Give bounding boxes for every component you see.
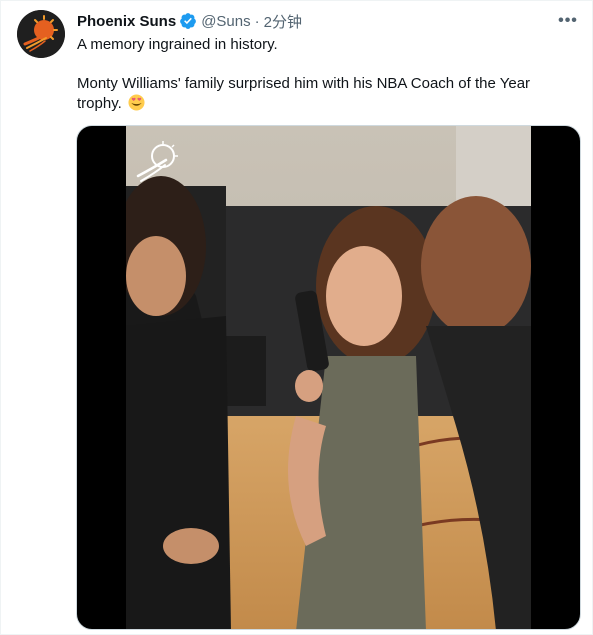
avatar[interactable] <box>17 10 65 58</box>
author-handle[interactable]: @Suns <box>201 13 250 30</box>
tweet-text-line-1: A memory ingrained in history. <box>77 36 278 53</box>
smiling-face-with-heart-eyes-icon <box>128 94 145 111</box>
video-still-image <box>126 126 531 629</box>
tweet-media-video[interactable] <box>76 125 581 630</box>
more-options-icon[interactable]: ••• <box>558 11 578 31</box>
author-name[interactable]: Phoenix Suns <box>77 13 176 30</box>
verified-badge-icon <box>179 12 197 30</box>
tweet-card[interactable]: Phoenix Suns @Suns · 2分钟 ••• A memory in… <box>0 0 593 635</box>
suns-logo-icon <box>17 10 65 58</box>
tweet-text-body: Monty Williams' family surprised him wit… <box>77 75 531 112</box>
timestamp[interactable]: 2分钟 <box>264 11 302 32</box>
tweet-header: Phoenix Suns @Suns · 2分钟 <box>77 11 302 31</box>
tweet-text-line-2: Monty Williams' family surprised him wit… <box>77 74 567 114</box>
separator-dot: · <box>254 12 260 30</box>
video-frame <box>126 126 531 629</box>
